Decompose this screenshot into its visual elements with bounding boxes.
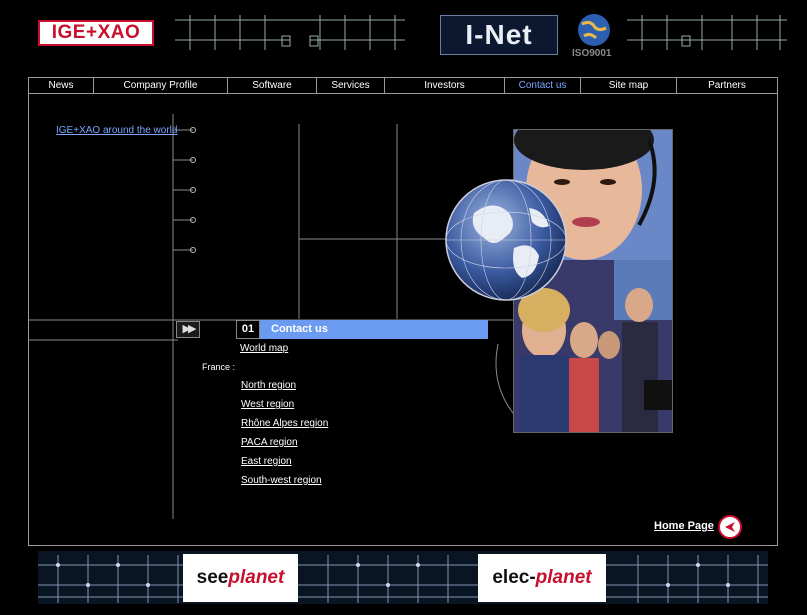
elec-planet-banner[interactable]: elec-planet <box>478 554 606 602</box>
home-arrow-button[interactable] <box>718 515 742 539</box>
circuit-decoration-right <box>627 15 787 50</box>
ionet-logo: I-Net <box>440 15 558 55</box>
footer-banner <box>38 551 768 604</box>
ige-xao-logo: IGE+XAO <box>38 20 154 46</box>
nav-investors[interactable]: Investors <box>385 78 505 93</box>
north-region-link[interactable]: North region <box>241 380 296 391</box>
see-planet-text-b: planet <box>228 567 285 588</box>
globe-logo-icon <box>578 14 610 46</box>
section-title: Contact us <box>260 320 488 339</box>
nav-partners[interactable]: Partners <box>677 78 777 93</box>
rhone-alpes-region-link[interactable]: Rhône Alpes region <box>241 418 328 429</box>
home-page-link[interactable]: Home Page <box>654 520 714 532</box>
circuit-decoration-left <box>175 15 405 50</box>
see-planet-banner[interactable]: seeplanet <box>183 554 298 602</box>
globe-icon <box>445 179 567 301</box>
paca-region-link[interactable]: PACA region <box>241 437 298 448</box>
main-navigation: News Company Profile Software Services I… <box>28 77 778 94</box>
south-west-region-link[interactable]: South-west region <box>241 475 322 486</box>
arrow-left-icon <box>725 522 735 532</box>
section-number: 01 <box>236 320 260 339</box>
nav-news[interactable]: News <box>29 78 94 93</box>
footer-circuit-decoration <box>38 555 768 603</box>
nav-contact-us[interactable]: Contact us <box>505 78 581 93</box>
iso-9001-label: ISO9001 <box>572 48 612 59</box>
nav-company-profile[interactable]: Company Profile <box>94 78 228 93</box>
nav-software[interactable]: Software <box>228 78 317 93</box>
nav-services[interactable]: Services <box>317 78 385 93</box>
france-label: France : <box>202 362 236 372</box>
see-planet-text-a: see <box>196 567 229 588</box>
elec-planet-text-a: elec- <box>492 567 536 588</box>
nav-site-map[interactable]: Site map <box>581 78 677 93</box>
world-link[interactable]: IGE+XAO around the world <box>56 125 177 136</box>
elec-planet-text-b: planet <box>535 567 592 588</box>
west-region-link[interactable]: West region <box>241 399 294 410</box>
east-region-link[interactable]: East region <box>241 456 292 467</box>
world-map-link[interactable]: World map <box>240 343 288 354</box>
section-arrows-icon: ▶▶ <box>176 321 200 338</box>
